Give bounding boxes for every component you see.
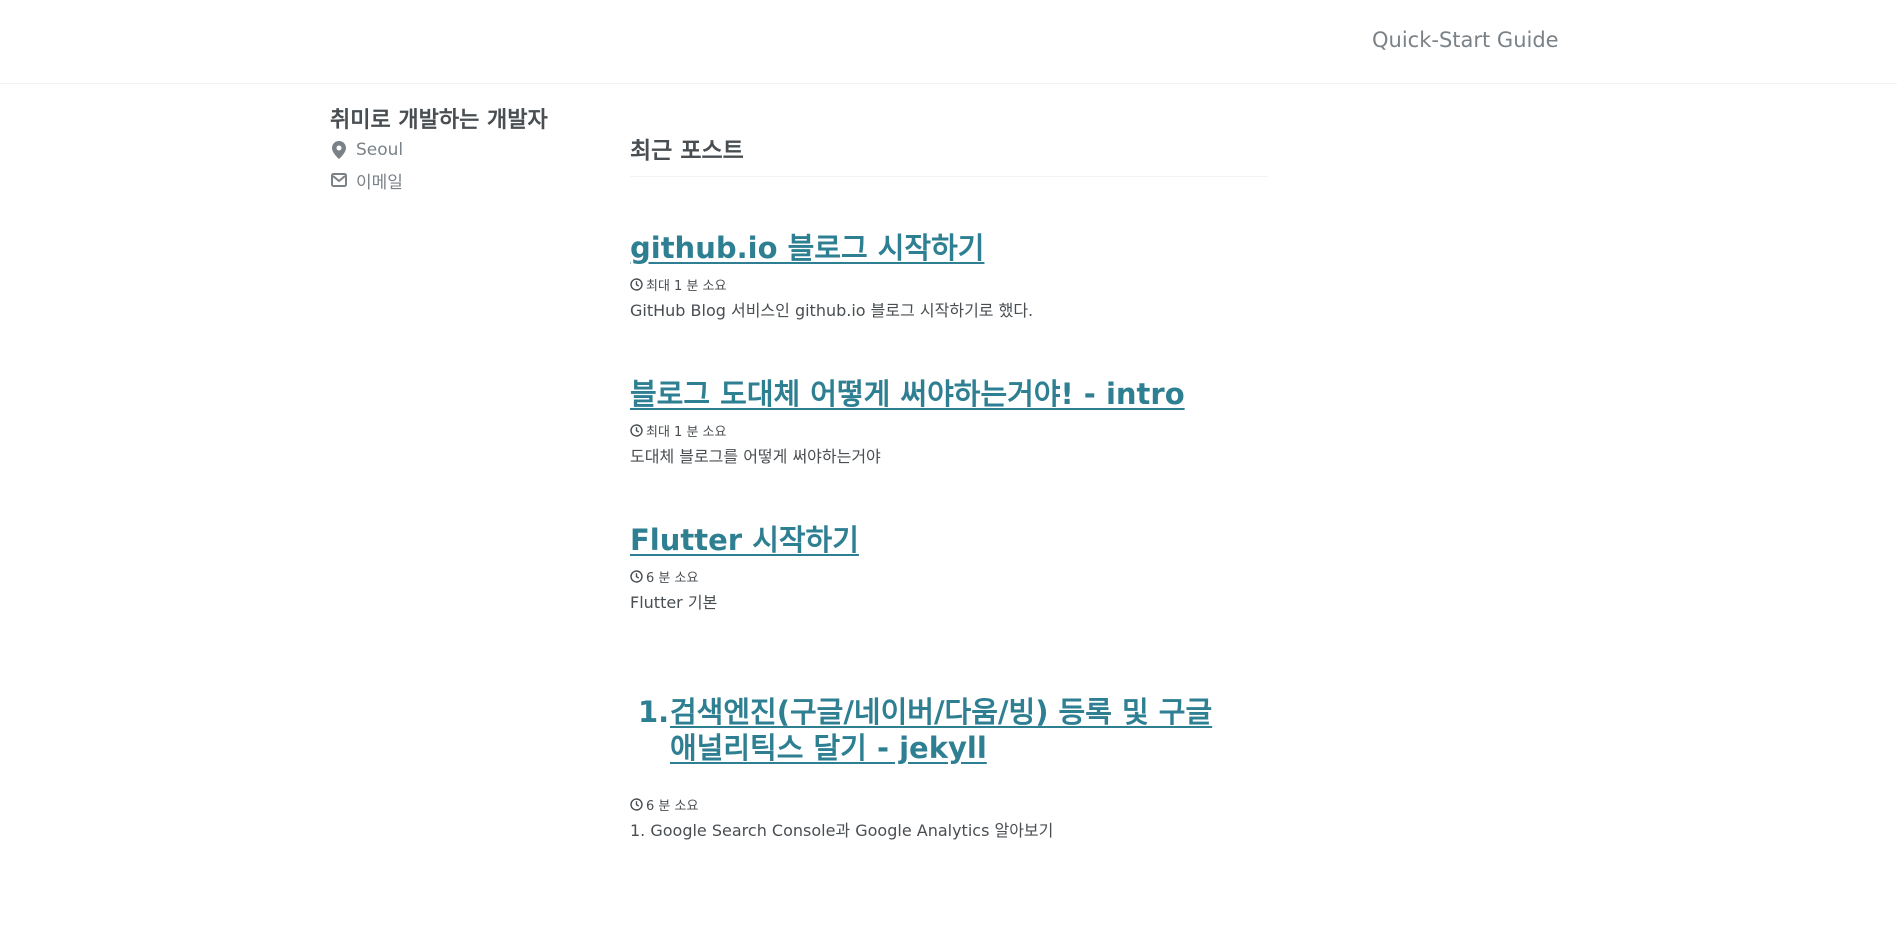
post-item: 블로그 도대체 어떻게 써야하는거야! - intro 최대 1 분 소요 도대… xyxy=(630,376,1268,468)
clock-icon xyxy=(630,423,643,437)
post-excerpt: GitHub Blog 서비스인 github.io 블로그 시작하기로 했다. xyxy=(630,301,1034,320)
main-content: 최근 포스트 github.io 블로그 시작하기 최대 1 분 소요 GitH… xyxy=(630,134,1268,840)
post-meta: 최대 1 분 소요 xyxy=(630,422,1268,440)
author-email[interactable]: 이메일 xyxy=(330,168,590,193)
post-read-time: 6 분 소요 xyxy=(646,570,699,586)
post-title: Flutter 시작하기 xyxy=(630,522,1268,558)
post-item: Flutter 시작하기 6 분 소요 Flutter 기본 xyxy=(630,522,1268,614)
sidebar: 취미로 개발하는 개발자 Seoul 이메일 xyxy=(330,106,590,193)
post-item: 1. 검색엔진(구글/네이버/다움/빙) 등록 및 구글 애널리틱스 달기 - … xyxy=(630,694,1268,842)
post-item: github.io 블로그 시작하기 최대 1 분 소요 GitHub Blog… xyxy=(630,230,1268,322)
post-meta: 최대 1 분 소요 xyxy=(630,276,1268,294)
clock-icon xyxy=(630,569,643,583)
post-title-link[interactable]: github.io 블로그 시작하기 xyxy=(630,231,984,265)
page-heading: 최근 포스트 xyxy=(630,134,1268,177)
post-title-link[interactable]: Flutter 시작하기 xyxy=(630,523,859,557)
author-location-label: Seoul xyxy=(356,140,404,160)
post-excerpt: Flutter 기본 xyxy=(630,593,718,612)
post-excerpt: 도대체 블로그를 어떻게 써야하는거야 xyxy=(630,447,881,466)
post-read-time: 최대 1 분 소요 xyxy=(646,424,727,440)
author-location: Seoul xyxy=(330,138,590,162)
post-read-time: 6 분 소요 xyxy=(646,798,699,814)
author-name: 취미로 개발하는 개발자 xyxy=(330,108,548,133)
post-title-link[interactable]: 검색엔진(구글/네이버/다움/빙) 등록 및 구글 애널리틱스 달기 - jek… xyxy=(670,694,1268,766)
author-email-link[interactable]: 이메일 xyxy=(356,168,403,193)
envelope-icon xyxy=(330,171,348,189)
map-marker-icon xyxy=(330,141,348,159)
post-title: 1. 검색엔진(구글/네이버/다움/빙) 등록 및 구글 애널리틱스 달기 - … xyxy=(630,694,1268,766)
post-title-link[interactable]: 블로그 도대체 어떻게 써야하는거야! - intro xyxy=(630,377,1185,411)
masthead: Quick-Start Guide xyxy=(0,0,1897,84)
post-number: 1. xyxy=(638,695,670,729)
nav-link-quick-start-guide[interactable]: Quick-Start Guide xyxy=(1372,28,1559,52)
post-meta: 6 분 소요 xyxy=(630,796,1268,814)
post-meta: 6 분 소요 xyxy=(630,568,1268,586)
post-title: 블로그 도대체 어떻게 써야하는거야! - intro xyxy=(630,376,1268,412)
clock-icon xyxy=(630,277,643,291)
post-read-time: 최대 1 분 소요 xyxy=(646,278,727,294)
post-excerpt: 1. Google Search Console과 Google Analyti… xyxy=(630,821,1054,840)
clock-icon xyxy=(630,797,643,811)
post-title: github.io 블로그 시작하기 xyxy=(630,230,1268,266)
